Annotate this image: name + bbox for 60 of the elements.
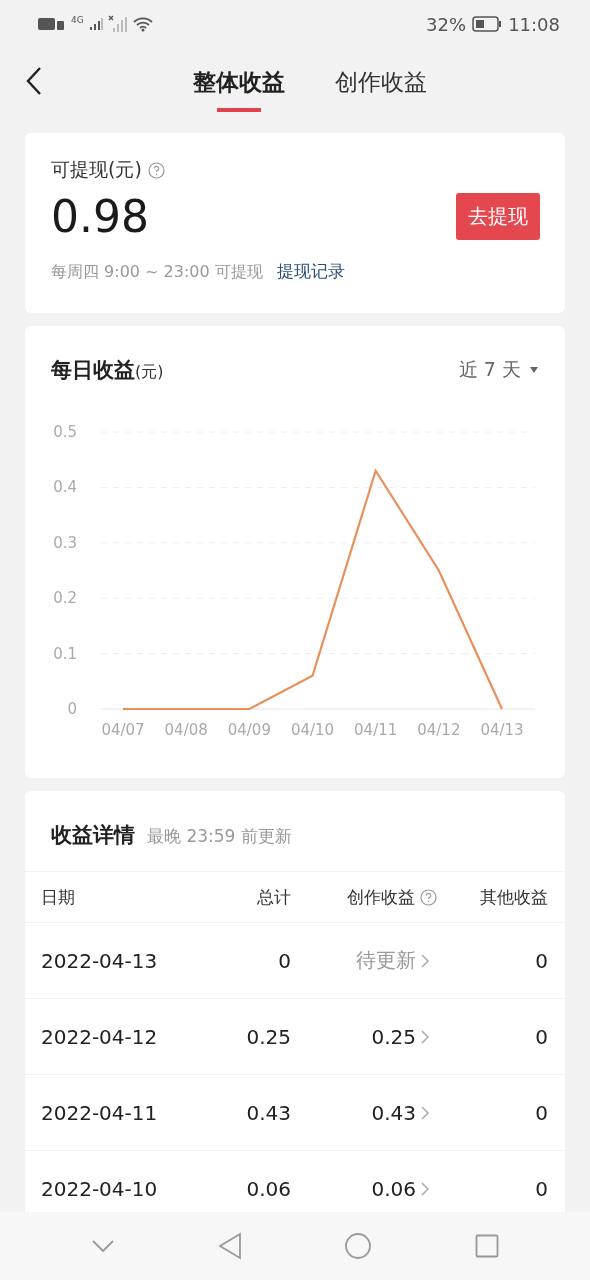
table-cell: 0.25 — [246, 1024, 291, 1049]
x-tick-label: 04/13 — [480, 721, 524, 739]
table-cell-text: 2022-04-12 — [41, 1024, 159, 1049]
creative-income-link[interactable]: 0.25 — [371, 1024, 416, 1049]
x-tick-label: 04/07 — [101, 721, 145, 739]
y-tick-label: 0.1 — [53, 644, 77, 663]
x-tick-label: 04/09 — [227, 721, 271, 739]
y-tick-label: 0 — [67, 700, 77, 718]
creative-income-link[interactable]: 0.06 — [371, 1176, 416, 1201]
chart-title: 每日收益(元) — [51, 357, 164, 384]
signal-icon — [107, 15, 128, 33]
table-cell: 0.43 — [246, 1100, 291, 1125]
withdraw-button[interactable]: 去提现 — [456, 193, 540, 240]
help-icon[interactable] — [147, 161, 165, 179]
column-header: 总计 — [257, 885, 291, 909]
creative-income-link[interactable]: 0.43 — [371, 1100, 416, 1125]
x-tick-label: 04/10 — [290, 721, 335, 739]
network-label: 4G — [71, 15, 84, 25]
details-title: 收益详情 — [51, 822, 135, 849]
table-cell: 0.06 — [246, 1176, 291, 1201]
details-subtitle: 最晚 23:59 前更新 — [147, 825, 292, 848]
balance-amount: 0.98 — [51, 191, 149, 242]
wifi-icon — [132, 16, 153, 32]
back-icon[interactable] — [26, 66, 42, 96]
table-cell: 0 — [535, 1176, 548, 1201]
chevron-icon — [421, 953, 429, 968]
battery-percent: 32% — [426, 13, 467, 35]
table-cell-text: 2022-04-13 — [41, 948, 159, 973]
table-cell: 0 — [535, 948, 548, 973]
clock: 11:08 — [508, 13, 560, 35]
table-cell-text: 2022-04-10 — [41, 1176, 159, 1201]
signal-icon — [88, 17, 103, 31]
help-icon[interactable] — [420, 888, 437, 906]
y-tick-label: 0.2 — [53, 589, 77, 608]
chevron-icon — [421, 1181, 429, 1196]
table-cell-text: 2022-04-11 — [41, 1100, 159, 1125]
caret-icon — [529, 366, 539, 374]
column-header: 其他收益 — [480, 885, 548, 909]
table-cell: 0 — [535, 1024, 548, 1049]
withdraw-schedule: 每周四 9:00 ~ 23:00 可提现 — [51, 262, 263, 283]
x-tick-label: 04/08 — [164, 721, 208, 739]
y-tick-label: 0.5 — [53, 423, 77, 441]
x-tick-label: 04/11 — [354, 721, 398, 739]
withdraw-history-link[interactable]: 提现记录 — [276, 260, 345, 283]
recents-icon[interactable] — [474, 1234, 499, 1258]
home-icon[interactable] — [344, 1232, 373, 1260]
column-header: 创作收益 — [347, 885, 415, 909]
chevron-icon — [421, 1029, 429, 1044]
y-tick-label: 0.4 — [53, 478, 77, 497]
tab[interactable]: 创作收益 — [335, 56, 427, 112]
range-dropdown[interactable]: 近 7 天 — [458, 357, 539, 383]
table-cell: 0 — [278, 948, 291, 973]
x-tick-label: 04/12 — [417, 721, 461, 739]
collapse-icon[interactable] — [91, 1239, 116, 1253]
balance-label: 可提现(元) — [51, 157, 142, 182]
chevron-icon — [421, 1105, 429, 1120]
column-header: 日期 — [41, 885, 76, 909]
battery-icon — [472, 16, 503, 32]
table-cell: 0 — [535, 1100, 548, 1125]
y-tick-label: 0.3 — [53, 533, 77, 552]
